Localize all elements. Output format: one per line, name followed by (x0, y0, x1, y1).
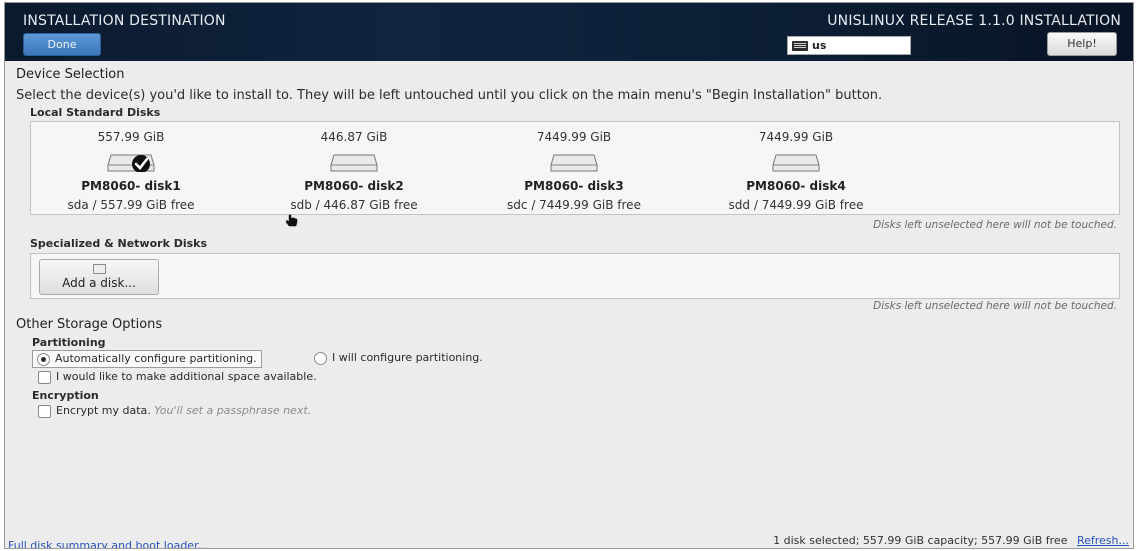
disk-free-space: sda / 557.99 GiB free (67, 198, 195, 212)
disk-name: PM8060- disk2 (304, 179, 404, 193)
encrypt-label: Encrypt my data. (56, 404, 151, 417)
radio-unselected-icon (314, 352, 327, 365)
disk-name: PM8060- disk1 (81, 179, 181, 193)
encrypt-checkbox[interactable]: Encrypt my data. You'll set a passphrase… (38, 404, 311, 420)
footer-left: Full disk summary and boot loader... (8, 534, 208, 548)
auto-partition-label: Automatically configure partitioning. (55, 352, 257, 365)
header-bar: INSTALLATION DESTINATION Done UNISLINUX … (5, 3, 1133, 61)
local-disks-note: Disks left unselected here will not be t… (873, 219, 1117, 231)
device-selection-heading: Device Selection (16, 67, 125, 82)
hard-disk-icon (107, 154, 155, 172)
disk-add-icon (93, 264, 106, 274)
additional-space-checkbox[interactable]: I would like to make additional space av… (38, 370, 317, 386)
partitioning-heading: Partitioning (32, 336, 106, 349)
checkbox-icon (38, 371, 51, 384)
keyboard-layout-label: us (812, 39, 827, 52)
disk-item-disk3[interactable]: 7449.99 GiB PM8060- disk3 sdc / 7449.99 … (474, 122, 674, 216)
encryption-heading: Encryption (32, 389, 99, 402)
instruction-text: Select the device(s) you'd like to insta… (16, 88, 883, 103)
refresh-link[interactable]: Refresh... (1077, 534, 1129, 547)
checkbox-icon (38, 405, 51, 418)
disk-size: 557.99 GiB (97, 130, 165, 144)
specialized-disks-panel: Add a disk... (30, 253, 1120, 299)
local-disks-heading: Local Standard Disks (30, 106, 161, 119)
other-storage-heading: Other Storage Options (16, 317, 163, 332)
additional-space-label: I would like to make additional space av… (56, 370, 317, 383)
footer-status: 1 disk selected; 557.99 GiB capacity; 55… (773, 534, 1129, 547)
hard-disk-icon (550, 154, 598, 172)
release-title: UNISLINUX RELEASE 1.1.0 INSTALLATION (827, 13, 1121, 29)
manual-partition-label: I will configure partitioning. (332, 351, 483, 364)
auto-partition-radio[interactable]: Automatically configure partitioning. (32, 350, 262, 368)
page-title: INSTALLATION DESTINATION (23, 13, 226, 29)
hard-disk-icon (330, 154, 378, 172)
disk-item-disk4[interactable]: 7449.99 GiB PM8060- disk4 sdd / 7449.99 … (696, 122, 896, 216)
hard-disk-icon (772, 154, 820, 172)
hand-cursor-icon (285, 214, 298, 227)
help-button[interactable]: Help! (1047, 32, 1117, 56)
disk-name: PM8060- disk4 (746, 179, 846, 193)
disk-item-disk1[interactable]: 557.99 GiB PM8060- disk1 sda / 557.99 Gi… (31, 122, 231, 216)
specialized-disks-heading: Specialized & Network Disks (30, 237, 208, 250)
keyboard-icon (792, 41, 808, 51)
disk-name: PM8060- disk3 (524, 179, 624, 193)
disk-size: 7449.99 GiB (758, 130, 834, 144)
encrypt-hint: You'll set a passphrase next. (154, 404, 312, 417)
keyboard-layout-indicator[interactable]: us (787, 36, 911, 55)
add-disk-label: Add a disk... (62, 276, 136, 290)
installer-window: INSTALLATION DESTINATION Done UNISLINUX … (4, 2, 1134, 549)
disk-summary-link[interactable]: Full disk summary and boot loader... (8, 539, 208, 548)
disk-free-space: sdd / 7449.99 GiB free (728, 198, 864, 212)
done-button[interactable]: Done (23, 33, 101, 56)
disk-size: 446.87 GiB (320, 130, 388, 144)
disk-free-space: sdb / 446.87 GiB free (290, 198, 418, 212)
manual-partition-radio[interactable]: I will configure partitioning. (314, 350, 483, 368)
selection-status-text: 1 disk selected; 557.99 GiB capacity; 55… (773, 534, 1068, 547)
disk-size: 7449.99 GiB (536, 130, 612, 144)
radio-selected-icon (37, 353, 50, 366)
disk-free-space: sdc / 7449.99 GiB free (507, 198, 641, 212)
disk-item-disk2[interactable]: 446.87 GiB PM8060- disk2 sdb / 446.87 Gi… (254, 122, 454, 216)
add-disk-button[interactable]: Add a disk... (39, 259, 159, 295)
local-disks-panel: 557.99 GiB PM8060- disk1 sda / 557.99 Gi… (30, 121, 1120, 215)
specialized-disks-note: Disks left unselected here will not be t… (873, 300, 1117, 312)
